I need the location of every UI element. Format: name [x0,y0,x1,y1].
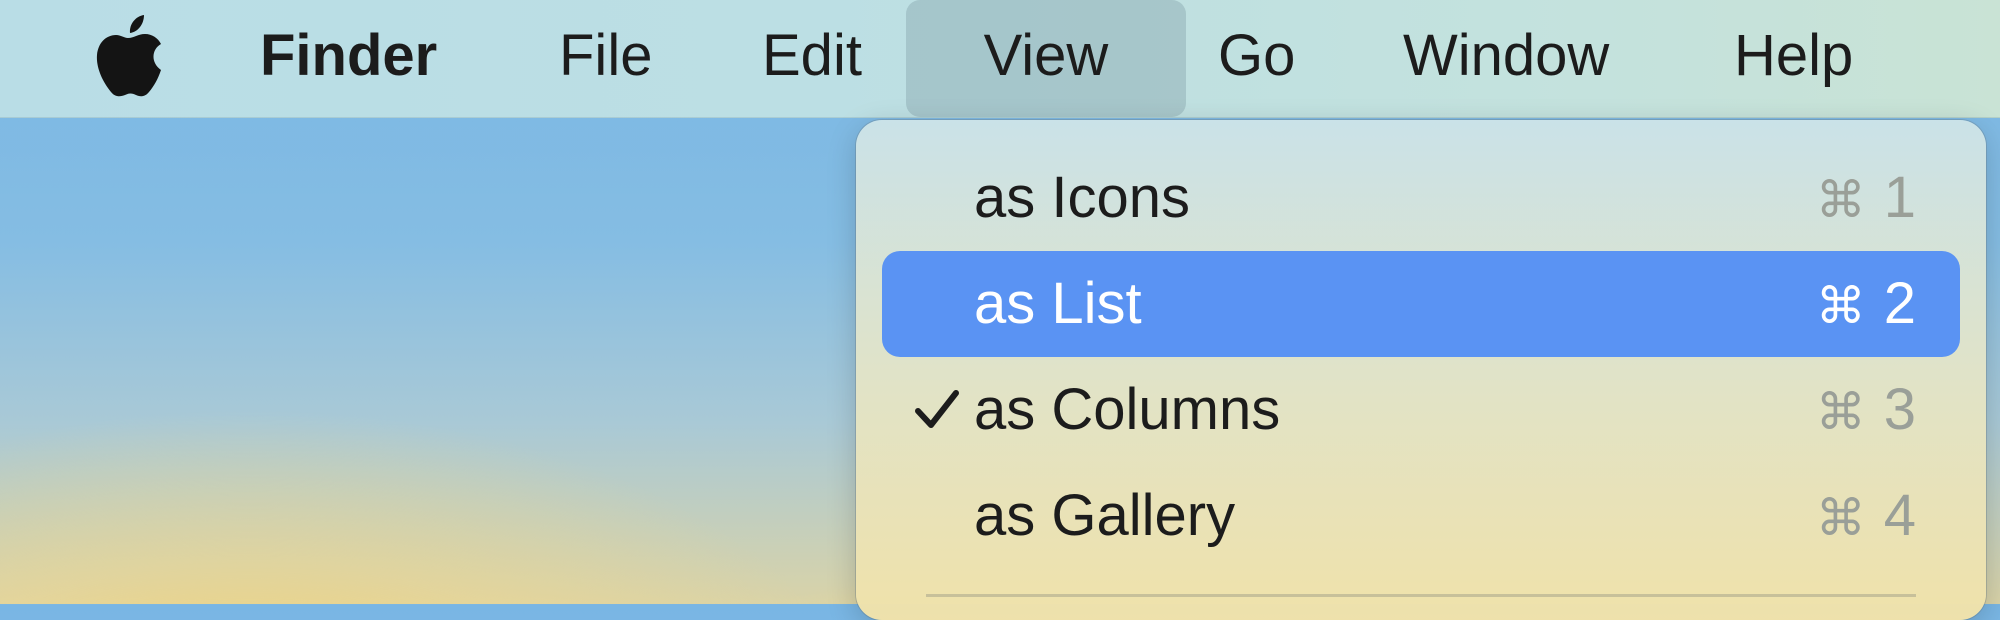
menu-item-label: as Icons [974,165,1190,230]
menu-go[interactable]: Go [1218,0,1295,117]
shortcut-key: 1 [1883,165,1916,230]
menu-item-label: as List [974,271,1142,336]
checkmark-icon [915,390,959,428]
menu-help[interactable]: Help [1734,0,1853,117]
menu-item-shortcut: ⌘ 1 [1816,145,1916,251]
menu-item-shortcut: ⌘ 3 [1816,357,1916,463]
command-key-icon: ⌘ [1815,277,1866,335]
menu-separator [926,594,1916,597]
shortcut-key: 3 [1883,377,1916,442]
menu-window[interactable]: Window [1403,0,1609,117]
command-key-icon: ⌘ [1815,489,1866,547]
menu-file[interactable]: File [559,0,652,117]
apple-logo-icon[interactable] [92,12,164,98]
menu-item-label: as Columns [974,377,1281,442]
menu-finder[interactable]: Finder [260,0,437,117]
menu-item-as-list[interactable]: as List ⌘ 2 [882,251,1960,357]
command-key-icon: ⌘ [1815,383,1866,441]
menu-item-as-columns[interactable]: as Columns ⌘ 3 [882,357,1960,463]
command-key-icon: ⌘ [1815,171,1866,229]
menu-item-as-icons[interactable]: as Icons ⌘ 1 [882,145,1960,251]
menu-item-as-gallery[interactable]: as Gallery ⌘ 4 [882,463,1960,569]
menu-item-label: as Gallery [974,483,1236,548]
menu-item-shortcut: ⌘ 4 [1816,463,1916,569]
menu-item-shortcut: ⌘ 2 [1816,251,1916,357]
menu-bar: Finder File Edit View Go Window Help [0,0,2000,118]
view-dropdown-menu: as Icons ⌘ 1 as List ⌘ 2 as Columns ⌘ 3 as … [856,120,1986,620]
menu-view[interactable]: View [906,0,1186,117]
shortcut-key: 2 [1883,271,1916,336]
menu-edit[interactable]: Edit [762,0,862,117]
shortcut-key: 4 [1883,483,1916,548]
